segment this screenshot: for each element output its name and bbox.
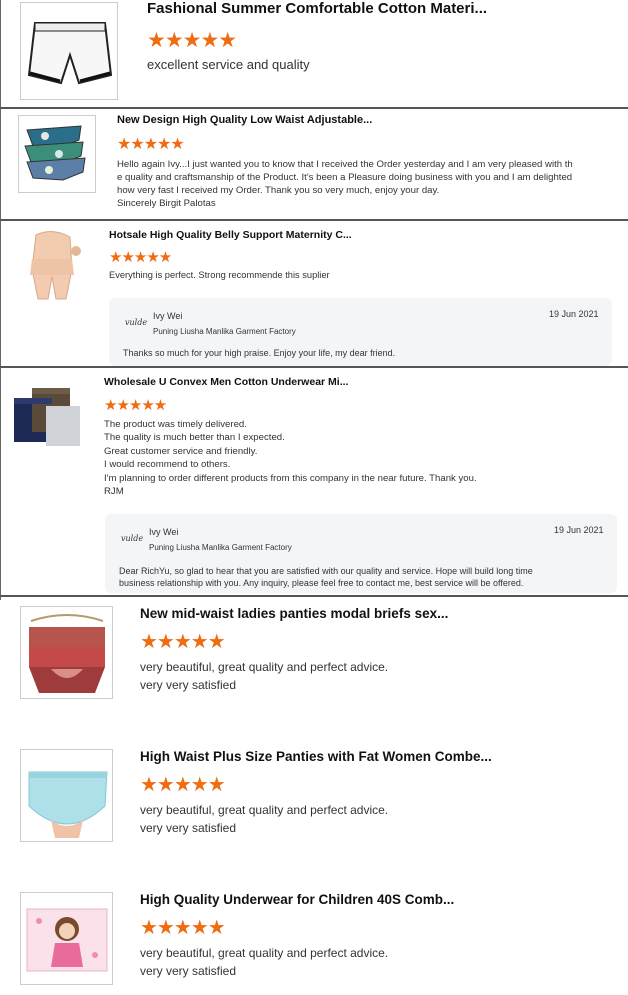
- product-thumbnail[interactable]: [10, 376, 83, 449]
- review-card: New Design High Quality Low Waist Adjust…: [0, 109, 628, 219]
- product-title[interactable]: Fashional Summer Comfortable Cotton Mate…: [147, 0, 487, 17]
- reply-date: 19 Jun 2021: [549, 309, 599, 319]
- product-thumbnail[interactable]: [20, 892, 113, 985]
- maternity-shorts-image: [16, 229, 88, 301]
- white-shorts-image: [27, 22, 113, 85]
- reply-message: Dear RichYu, so glad to hear that you ar…: [119, 566, 533, 588]
- review-comment: The product was timely delivered. The qu…: [104, 419, 477, 498]
- review-card: Hotsale High Quality Belly Support Mater…: [0, 221, 628, 366]
- product-thumbnail[interactable]: [16, 229, 88, 301]
- review-card: High Waist Plus Size Panties with Fat Wo…: [0, 740, 628, 880]
- rating-stars: ★★★★★: [147, 29, 237, 52]
- rating-stars: ★★★★★: [104, 397, 167, 414]
- product-thumbnail[interactable]: [18, 115, 96, 193]
- seller-name: Ivy Wei: [149, 527, 179, 537]
- seller-logo: vulde: [121, 534, 144, 543]
- product-thumbnail[interactable]: [20, 606, 113, 699]
- review-comment: very beautiful, great quality and perfec…: [140, 803, 389, 835]
- review-comment: Hello again Ivy...I just wanted you to k…: [117, 159, 573, 209]
- high-waist-panties-image: [21, 750, 112, 841]
- rating-stars: ★★★★★: [117, 136, 185, 153]
- kids-underwear-image: [21, 893, 112, 984]
- seller-name: Ivy Wei: [153, 311, 183, 321]
- product-thumbnail[interactable]: [20, 749, 113, 842]
- seller-logo: vulde: [125, 318, 148, 327]
- review-card: Fashional Summer Comfortable Cotton Mate…: [0, 0, 628, 107]
- rating-stars: ★★★★★: [140, 917, 226, 939]
- seller-reply: vulde Ivy Wei Puning Liusha Manlika Garm…: [105, 514, 617, 593]
- printed-briefs-image: [24, 125, 86, 181]
- review-comment: very beautiful, great quality and perfec…: [140, 660, 389, 692]
- review-card: High Quality Underwear for Children 40S …: [0, 883, 628, 995]
- reply-date: 19 Jun 2021: [554, 525, 604, 535]
- product-title[interactable]: Hotsale High Quality Belly Support Mater…: [109, 229, 352, 241]
- reply-message: Thanks so much for your high praise. Enj…: [123, 348, 396, 358]
- product-thumbnail[interactable]: [20, 2, 118, 100]
- rating-stars: ★★★★★: [140, 774, 226, 796]
- men-boxers-image: [10, 376, 83, 449]
- review-comment: Everything is perfect. Strong recommende…: [109, 270, 330, 280]
- product-title[interactable]: Wholesale U Convex Men Cotton Underwear …: [104, 376, 348, 388]
- rating-stars: ★★★★★: [140, 631, 226, 653]
- hanging-panties-image: [21, 607, 112, 698]
- product-title[interactable]: High Quality Underwear for Children 40S …: [140, 892, 454, 907]
- review-comment: excellent service and quality: [147, 57, 310, 72]
- rating-stars: ★★★★★: [109, 249, 172, 266]
- review-card: Wholesale U Convex Men Cotton Underwear …: [0, 368, 628, 595]
- product-title[interactable]: High Waist Plus Size Panties with Fat Wo…: [140, 749, 492, 764]
- seller-company: Puning Liusha Manlika Garment Factory: [153, 327, 296, 336]
- product-title[interactable]: New Design High Quality Low Waist Adjust…: [117, 114, 372, 126]
- seller-company: Puning Liusha Manlika Garment Factory: [149, 543, 292, 552]
- review-card: New mid-waist ladies panties modal brief…: [0, 597, 628, 737]
- product-title[interactable]: New mid-waist ladies panties modal brief…: [140, 606, 448, 621]
- review-comment: very beautiful, great quality and perfec…: [140, 946, 389, 978]
- seller-reply: vulde Ivy Wei Puning Liusha Manlika Garm…: [109, 298, 612, 366]
